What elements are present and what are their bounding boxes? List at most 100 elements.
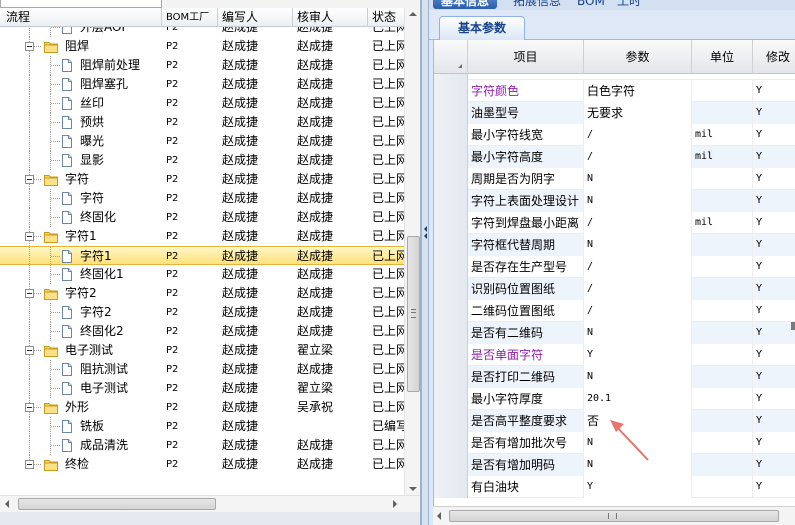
- col-header-flow[interactable]: 流程: [0, 8, 162, 27]
- tree-folder-row[interactable]: 电子测试 P2 赵成捷 翟立梁 已上网: [0, 341, 404, 360]
- tree-folder-row[interactable]: 阻焊 P2 赵成捷 赵成捷 已上网: [0, 37, 404, 56]
- row-number-cell[interactable]: [434, 212, 468, 234]
- tree-row[interactable]: 终固化2 P2 赵成捷 赵成捷 已上网: [0, 322, 404, 341]
- grid-row[interactable]: 二维码位置图纸 / Y: [434, 300, 795, 322]
- param-value-cell[interactable]: N: [584, 322, 692, 344]
- collapse-toggle-icon[interactable]: [25, 403, 34, 412]
- row-number-cell[interactable]: [434, 476, 468, 498]
- grid-row[interactable]: 是否高平整度要求否 Y: [434, 410, 795, 432]
- collapse-left-arrow-icon[interactable]: [424, 226, 427, 232]
- row-number-cell[interactable]: [434, 168, 468, 190]
- tree-vertical-scrollbar[interactable]: [404, 8, 420, 495]
- grid-row[interactable]: 最小字符厚度 20.1 Y: [434, 388, 795, 410]
- param-value-cell[interactable]: N: [584, 234, 692, 256]
- grid-row[interactable]: 是否有增加明码 N Y: [434, 454, 795, 476]
- tree-row[interactable]: 终固化 P2 赵成捷 赵成捷 已上网: [0, 208, 404, 227]
- tree-folder-row[interactable]: 外形 P2 赵成捷 吴承祝 已上网: [0, 398, 404, 417]
- row-number-cell[interactable]: [434, 278, 468, 300]
- param-value-cell[interactable]: /: [584, 146, 692, 168]
- row-number-cell[interactable]: [434, 102, 468, 124]
- grid-row[interactable]: 最小字符线宽 / mil Y: [434, 124, 795, 146]
- scroll-left-arrow-icon[interactable]: [5, 500, 9, 508]
- tree-row[interactable]: 成品清洗 P2 赵成捷 赵成捷 已上网: [0, 436, 404, 455]
- scroll-down-arrow-icon[interactable]: [409, 487, 417, 491]
- grid-row[interactable]: 是否打印二维码 N Y: [434, 366, 795, 388]
- grid-scroll-thumb[interactable]: [449, 510, 779, 522]
- tab-bom[interactable]: BOM: [569, 0, 613, 9]
- param-value-cell[interactable]: /: [584, 212, 692, 234]
- collapse-toggle-icon[interactable]: [25, 42, 34, 51]
- param-value-cell[interactable]: /: [584, 278, 692, 300]
- collapse-toggle-icon[interactable]: [25, 289, 34, 298]
- row-number-cell[interactable]: [434, 146, 468, 168]
- collapse-toggle-icon[interactable]: [25, 232, 34, 241]
- col-header-item[interactable]: 项目: [468, 40, 584, 74]
- collapse-toggle-icon[interactable]: [25, 346, 34, 355]
- collapse-toggle-icon[interactable]: [25, 460, 34, 469]
- col-header-param[interactable]: 参数: [584, 40, 692, 74]
- tab-basic-params[interactable]: 基本参数: [439, 16, 526, 40]
- grid-row[interactable]: 是否单面字符 Y Y: [434, 344, 795, 366]
- grid-horizontal-scrollbar[interactable]: [433, 506, 795, 525]
- tree-row[interactable]: 曝光 P2 赵成捷 赵成捷 已上网: [0, 132, 404, 151]
- tree-row[interactable]: 阻抗测试 P2 赵成捷 赵成捷 已上网: [0, 360, 404, 379]
- scroll-up-arrow-icon[interactable]: [409, 12, 417, 16]
- param-value-cell[interactable]: N: [584, 190, 692, 212]
- param-value-cell[interactable]: Y: [584, 476, 692, 498]
- tree-row[interactable]: 字符1 P2 赵成捷 赵成捷 已上网: [0, 246, 404, 266]
- grid-row[interactable]: 字符上表面处理设计 N Y: [434, 190, 795, 212]
- param-value-cell[interactable]: /: [584, 300, 692, 322]
- row-number-cell[interactable]: [434, 256, 468, 278]
- row-number-cell[interactable]: [434, 432, 468, 454]
- row-number-header[interactable]: [434, 40, 468, 74]
- row-number-cell[interactable]: [434, 322, 468, 344]
- param-value-cell[interactable]: 否: [584, 410, 692, 432]
- tree-row[interactable]: 铣板 P2 赵成捷 已编写: [0, 417, 404, 436]
- param-value-cell[interactable]: /: [584, 124, 692, 146]
- grid-row[interactable]: 字符到焊盘最小距离 / mil Y: [434, 212, 795, 234]
- tree-folder-row[interactable]: 终检 P2 赵成捷 赵成捷 已上网: [0, 455, 404, 474]
- grid-row[interactable]: 是否有增加批次号 N Y: [434, 432, 795, 454]
- collapse-toggle-icon[interactable]: [25, 175, 34, 184]
- grid-row[interactable]: 字符框代替周期 N Y: [434, 234, 795, 256]
- tree-row[interactable]: 终固化1 P2 赵成捷 赵成捷 已上网: [0, 265, 404, 284]
- row-number-cell[interactable]: [434, 80, 468, 102]
- scroll-left-arrow-icon[interactable]: [437, 512, 441, 520]
- tree-row[interactable]: 字符 P2 赵成捷 赵成捷 已上网: [0, 189, 404, 208]
- scroll-right-arrow-icon[interactable]: [393, 500, 397, 508]
- param-value-cell[interactable]: 20.1: [584, 388, 692, 410]
- col-header-status[interactable]: 状态: [368, 8, 404, 27]
- tree-row[interactable]: 预烘 P2 赵成捷 赵成捷 已上网: [0, 113, 404, 132]
- row-number-cell[interactable]: [434, 388, 468, 410]
- tree-row[interactable]: 显影 P2 赵成捷 赵成捷 已上网: [0, 151, 404, 170]
- panel-splitter[interactable]: [421, 0, 429, 525]
- left-filter-box[interactable]: [0, 0, 162, 8]
- tree-row[interactable]: 字符2 P2 赵成捷 赵成捷 已上网: [0, 303, 404, 322]
- row-number-cell[interactable]: [434, 124, 468, 146]
- param-value-cell[interactable]: N: [584, 366, 692, 388]
- param-value-cell[interactable]: N: [584, 432, 692, 454]
- grid-row[interactable]: 识别码位置图纸 / Y: [434, 278, 795, 300]
- grid-row[interactable]: 是否存在生产型号 / Y: [434, 256, 795, 278]
- grid-row[interactable]: 是否有二维码 N Y: [434, 322, 795, 344]
- grid-row[interactable]: 最小字符高度 / mil Y: [434, 146, 795, 168]
- param-value-cell[interactable]: N: [584, 168, 692, 190]
- grid-row[interactable]: 周期是否为阴字 N Y: [434, 168, 795, 190]
- param-value-cell[interactable]: Y: [584, 344, 692, 366]
- col-header-editor[interactable]: 编写人: [218, 8, 293, 27]
- collapse-left-arrow-icon-2[interactable]: [424, 233, 427, 239]
- scroll-thumb[interactable]: [407, 236, 420, 392]
- row-number-cell[interactable]: [434, 344, 468, 366]
- tree-horizontal-scrollbar[interactable]: [0, 495, 420, 512]
- param-value-cell[interactable]: 白色字符: [584, 80, 692, 102]
- tree-folder-row[interactable]: 字符1 P2 赵成捷 赵成捷 已上网: [0, 227, 404, 246]
- col-header-unit[interactable]: 单位: [692, 40, 753, 74]
- tree-row[interactable]: 丝印 P2 赵成捷 赵成捷 已上网: [0, 94, 404, 113]
- row-number-cell[interactable]: [434, 410, 468, 432]
- col-header-bom[interactable]: BOM工厂: [162, 8, 218, 27]
- param-value-cell[interactable]: N: [584, 454, 692, 476]
- tree-row[interactable]: 外层AOI P2 赵成捷 赵成捷 已上网: [0, 27, 404, 37]
- grid-row[interactable]: 有白油块 Y Y: [434, 476, 795, 498]
- tab-work-hours[interactable]: 工时: [609, 0, 649, 9]
- tab-extended-info[interactable]: 拓展信息: [505, 0, 569, 9]
